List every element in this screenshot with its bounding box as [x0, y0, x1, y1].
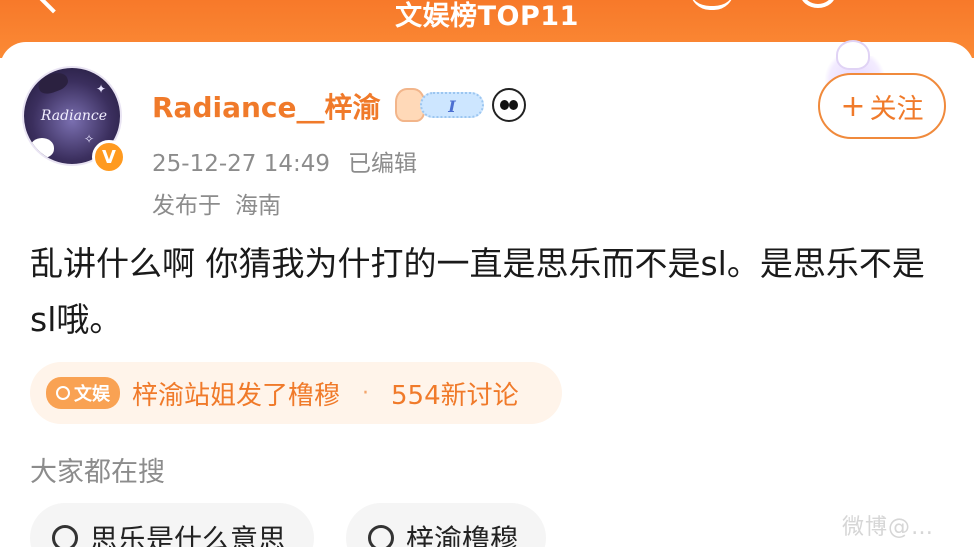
hot-search-label: 思乐是什么意思	[90, 523, 287, 547]
star-icon: ✧	[84, 132, 95, 146]
follow-label: 关注	[869, 93, 924, 125]
author-name[interactable]: Radiance__梓渝	[152, 86, 381, 126]
search-icon	[52, 525, 78, 547]
hot-search-item[interactable]: 思乐是什么意思	[30, 503, 315, 547]
hot-search-item[interactable]: 梓渝橹穆	[346, 503, 547, 547]
post-meta: 25-12-27 14:49 已编辑	[152, 144, 417, 178]
location-prefix: 发布于	[152, 193, 221, 219]
topic-count: 554新讨论	[391, 380, 519, 411]
topic-title: 梓渝站姐发了橹穆	[132, 380, 341, 411]
location-name: 海南	[235, 193, 281, 219]
topic-chip[interactable]: 文娱 梓渝站姐发了橹穆 · 554新讨论	[30, 362, 562, 424]
topic-tag-label: 文娱	[74, 384, 110, 405]
member-badge-icon[interactable]: I	[420, 92, 484, 118]
topic-separator: ·	[362, 380, 370, 406]
bow-decoration-icon	[35, 69, 71, 97]
star-icon: ✦	[96, 82, 107, 96]
follow-button[interactable]: + 关注	[818, 73, 946, 139]
hot-search-label: 梓渝橹穆	[406, 523, 519, 547]
hot-search-header: 大家都在搜	[30, 457, 165, 488]
search-icon	[56, 386, 70, 400]
edited-label[interactable]: 已编辑	[348, 151, 417, 177]
topic-tag: 文娱	[46, 377, 120, 409]
verified-badge-icon: V	[92, 140, 126, 174]
post-body: 乱讲什么啊 你猜我为什打的一直是思乐而不是sl。是思乐不是sl哦。	[30, 244, 925, 339]
post-time: 25-12-27 14:49	[152, 151, 330, 177]
search-icon	[368, 525, 394, 547]
avatar[interactable]: ✦ ✧ Radiance V	[22, 66, 126, 174]
plus-icon: +	[840, 88, 866, 124]
avatar-script-text: Radiance	[40, 108, 108, 124]
panda-badge-icon[interactable]	[492, 88, 526, 122]
watermark: 微博@…	[842, 515, 935, 540]
bunny-decoration-icon	[836, 40, 870, 70]
bunny-icon	[30, 138, 54, 158]
post-location: 发布于 海南	[152, 186, 281, 220]
